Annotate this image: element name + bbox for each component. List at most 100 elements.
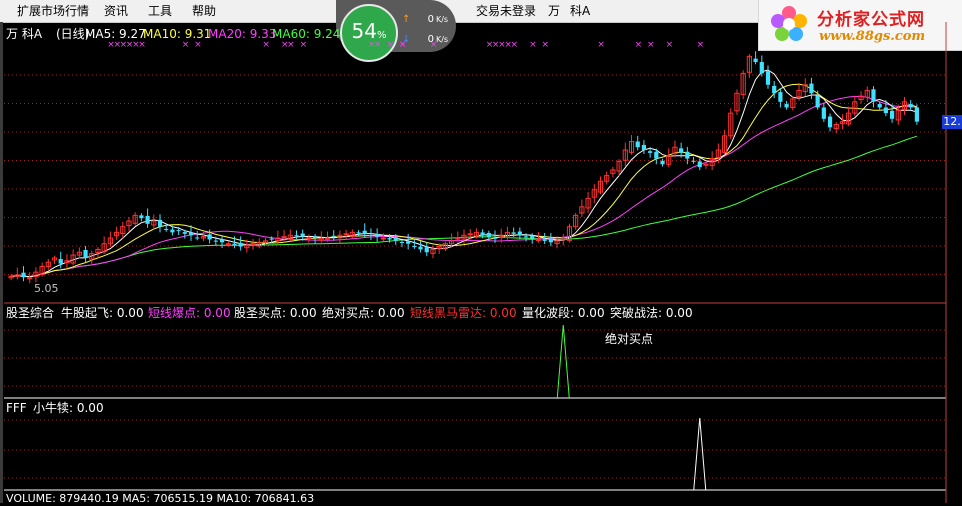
candle-body	[387, 238, 392, 240]
indicator1-item-5: 量化波段: 0.00	[522, 306, 605, 320]
candle-body	[281, 236, 287, 239]
ma5-value: MA5: 9.27	[85, 27, 146, 41]
signal-marker: ×	[635, 40, 643, 50]
candle-body	[480, 232, 485, 236]
candle-body	[778, 92, 783, 102]
signal-marker: ×	[597, 40, 605, 50]
signal-marker: ×	[511, 40, 519, 50]
candle-body	[889, 110, 895, 119]
candle-body	[753, 58, 758, 63]
candle-body	[418, 246, 423, 250]
candle-body	[809, 83, 814, 94]
candle-body	[269, 238, 274, 240]
candle-body	[679, 148, 684, 153]
candle-body	[654, 151, 659, 159]
candle-body	[455, 237, 461, 240]
signal-marker: ×	[386, 40, 394, 50]
candle-body	[691, 160, 696, 162]
ma20-line	[11, 95, 917, 278]
low-price-label: 5.05	[34, 282, 59, 295]
candle-body	[300, 233, 305, 237]
candle-body	[530, 235, 535, 239]
candle-body	[232, 243, 237, 246]
ma60-line	[11, 135, 918, 278]
candle-body	[294, 235, 299, 237]
candle-body	[908, 104, 913, 108]
volume-row: VOLUME: 879440.19 MA5: 706515.19 MA10: 7…	[6, 492, 315, 505]
candle-body	[883, 107, 888, 114]
signal-marker: ×	[374, 40, 382, 50]
signal-marker: ×	[647, 40, 655, 50]
candle-body	[213, 240, 218, 242]
candle-body	[27, 277, 33, 280]
candle-body	[685, 151, 690, 159]
candle-body	[139, 215, 144, 219]
candle-body	[660, 160, 665, 165]
candle-body	[871, 89, 876, 102]
indicator2-name[interactable]: FFF	[6, 401, 27, 415]
ma60-value: MA60: 9.24	[272, 27, 341, 41]
signal-marker: ×	[697, 40, 705, 50]
signal-marker: ×	[287, 40, 295, 50]
candle-body	[362, 230, 367, 234]
indicator1-item-6: 突破战法: 0.00	[610, 306, 693, 320]
candle-body	[170, 229, 175, 233]
stock-label: 万 科A	[6, 27, 43, 41]
candle-body	[517, 231, 522, 236]
candle-body	[511, 232, 516, 234]
candle-body	[313, 236, 318, 239]
signal-marker: ×	[194, 40, 202, 50]
candle-body	[424, 247, 429, 253]
signal-marker: ×	[182, 40, 190, 50]
indicator1-annotation: 绝对买点	[605, 332, 654, 346]
candle-body	[815, 95, 820, 108]
ma20-value: MA20: 9.33	[208, 27, 277, 41]
buy-signal-spike	[556, 324, 570, 399]
candle-body	[375, 234, 380, 237]
ma10-value: MA10: 9.31	[143, 27, 212, 41]
candle-body	[21, 272, 26, 278]
candle-body	[145, 215, 150, 224]
candle-body	[157, 219, 163, 227]
candle-body	[399, 242, 405, 244]
signal-marker: ×	[300, 40, 308, 50]
candle-body	[641, 144, 647, 151]
signal-marker: ×	[262, 40, 270, 50]
candle-body	[195, 237, 200, 239]
signal-marker: ×	[542, 40, 550, 50]
candle-body	[821, 107, 826, 119]
candle-body	[164, 228, 169, 230]
indicator1-item-2: 股圣买点: 0.00	[234, 306, 317, 320]
candle-body	[393, 237, 398, 241]
candle-body	[412, 246, 417, 248]
candle-body	[324, 237, 331, 240]
candle-body	[380, 237, 386, 240]
candle-body	[306, 236, 312, 239]
candle-body	[877, 104, 882, 108]
signal-marker: ×	[399, 40, 407, 50]
candle-body	[238, 242, 243, 247]
candle-body	[467, 233, 473, 236]
candle-body	[697, 161, 702, 168]
candle-body	[83, 249, 88, 258]
candle-body	[772, 85, 777, 94]
candle-body	[207, 234, 212, 240]
candle-body	[542, 239, 547, 241]
candle-body	[188, 232, 194, 236]
indicator1-item-4: 短线黑马雷达: 0.00	[410, 306, 517, 320]
signal-marker: ×	[138, 40, 146, 50]
candle-body	[219, 239, 225, 243]
calf-signal-spike	[693, 417, 707, 491]
candle-body	[356, 232, 361, 234]
indicator2-item: 小牛犊: 0.00	[33, 401, 104, 415]
indicator1-item-3: 绝对买点: 0.00	[322, 306, 405, 320]
kline-chart[interactable]: ×××××× × × × ×× × ×× × × × ××××× × × × × × × ×	[0, 0, 962, 503]
candle-body	[343, 233, 349, 236]
candle-body	[759, 62, 764, 74]
candle-body	[58, 259, 63, 264]
signal-marker: ×	[666, 40, 674, 50]
indicator1-name[interactable]: 股圣综合	[6, 306, 54, 320]
candle-body	[635, 141, 640, 148]
candle-body	[182, 232, 187, 234]
indicator1-item-0: 牛股起飞: 0.00	[61, 306, 144, 320]
